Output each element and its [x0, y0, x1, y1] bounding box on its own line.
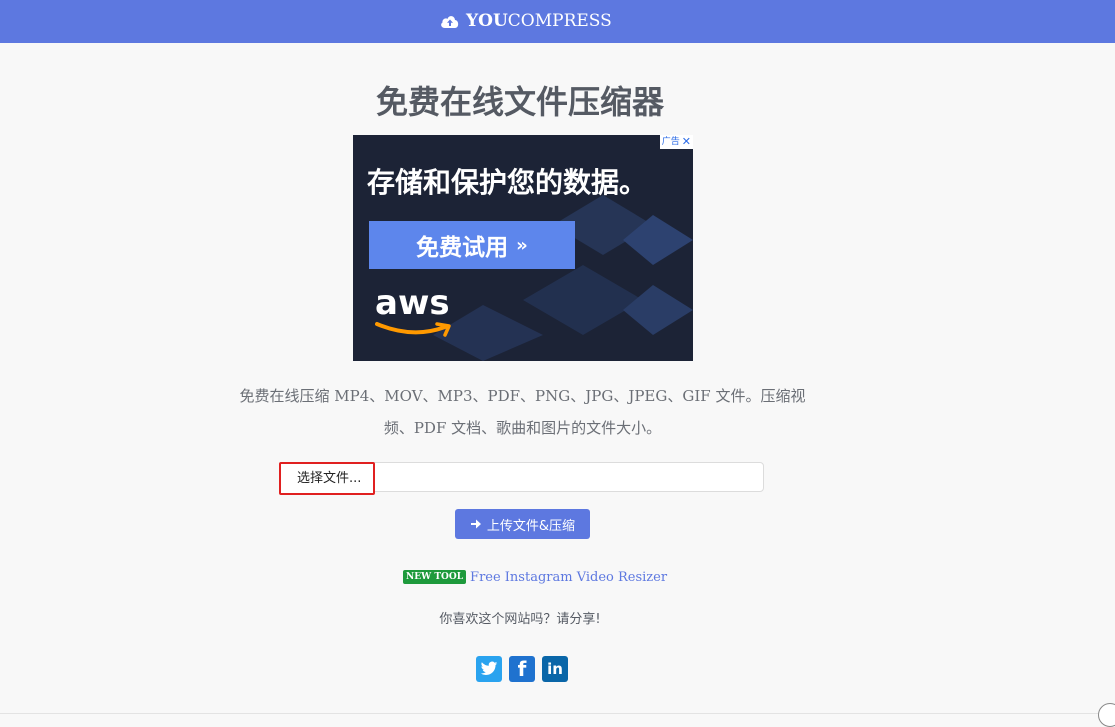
- brand-name-regular: COMPRESS: [507, 11, 612, 31]
- upload-button-label: 上传文件&压缩: [486, 518, 576, 534]
- ad-banner[interactable]: 存储和保护您的数据。 免费试用 » aws 广告 ✕: [353, 135, 693, 361]
- ad-cta-arrow: »: [516, 234, 528, 256]
- brand-logo-link[interactable]: YOUCOMPRESS: [440, 10, 612, 32]
- scroll-control-icon[interactable]: [1098, 703, 1115, 727]
- share-prompt: 你喜欢这个网站吗？请分享!: [439, 612, 601, 627]
- facebook-share-button[interactable]: f: [509, 656, 535, 682]
- top-navbar: YOUCOMPRESS: [0, 0, 1115, 43]
- linkedin-icon: in: [547, 660, 563, 678]
- aws-logo-text: aws: [375, 283, 450, 323]
- facebook-icon: f: [517, 657, 527, 681]
- choose-file-button[interactable]: 选择文件...: [279, 462, 375, 495]
- brand-name-bold: YOU: [466, 11, 508, 31]
- twitter-share-button[interactable]: [476, 656, 502, 682]
- arrow-right-icon: [470, 519, 481, 529]
- new-tool-badge: NEW TOOL: [403, 570, 467, 584]
- page-description: 免费在线压缩 MP4、MOV、MP3、PDF、PNG、JPG、JPEG、GIF …: [239, 387, 806, 437]
- new-tool-row: NEW TOOL Free Instagram Video Resizer: [403, 568, 667, 586]
- aws-smile-icon: [375, 322, 451, 337]
- ad-free-trial-button[interactable]: 免费试用 »: [369, 221, 575, 269]
- ad-choices-control[interactable]: 广告 ✕: [659, 135, 693, 149]
- instagram-video-resizer-link[interactable]: Free Instagram Video Resizer: [470, 570, 667, 585]
- ad-close-icon[interactable]: ✕: [682, 135, 691, 149]
- ad-headline: 存储和保护您的数据。: [367, 166, 648, 199]
- footer-divider: [0, 713, 1115, 714]
- linkedin-share-button[interactable]: in: [542, 656, 568, 682]
- ad-choices-label: 广告: [661, 137, 680, 147]
- upload-compress-button[interactable]: 上传文件&压缩: [455, 509, 590, 539]
- cloud-upload-icon: [441, 16, 459, 28]
- page-title: 免费在线文件压缩器: [375, 83, 664, 121]
- twitter-icon: [480, 661, 498, 675]
- ad-cta-label: 免费试用: [416, 235, 509, 261]
- social-share-buttons: f in: [476, 656, 568, 682]
